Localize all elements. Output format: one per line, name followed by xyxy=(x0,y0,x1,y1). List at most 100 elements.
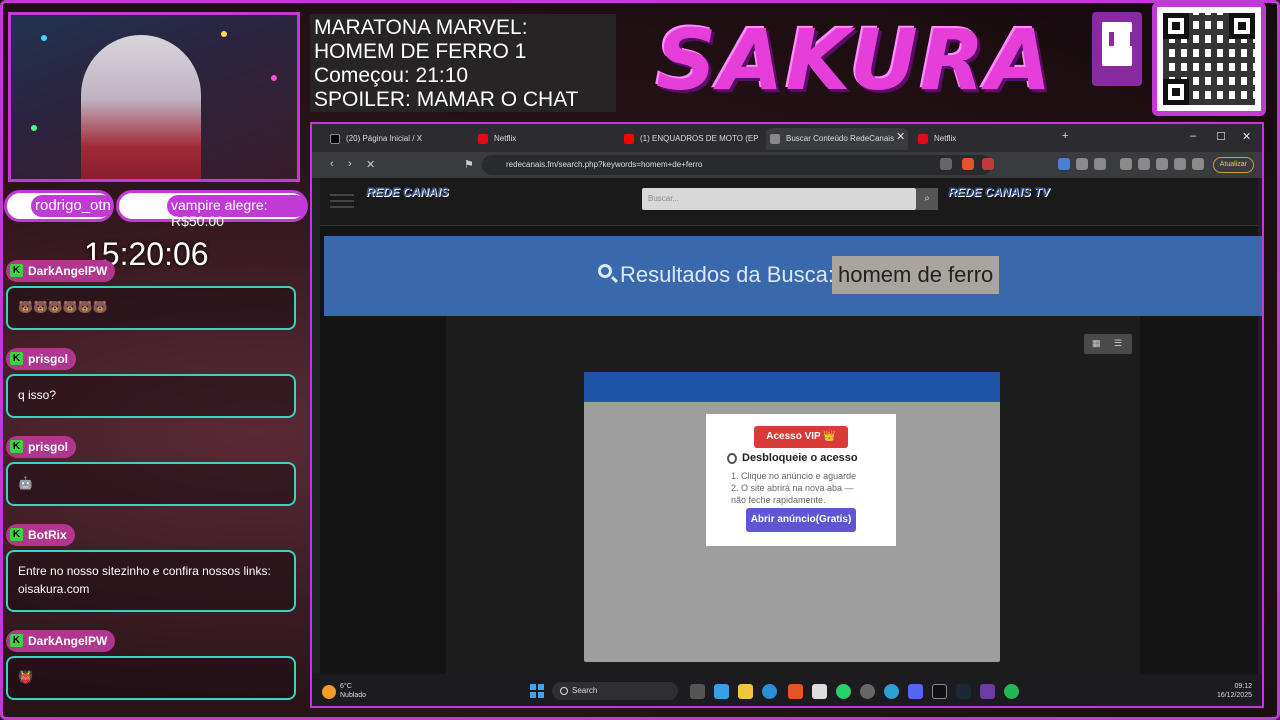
edge-icon[interactable] xyxy=(762,684,777,699)
qr-corner xyxy=(1163,79,1189,105)
extension-icon[interactable] xyxy=(1076,158,1088,170)
wallet-icon[interactable] xyxy=(1156,158,1168,170)
chat-username: DarkAngelPW xyxy=(6,260,116,282)
chat-username: prisgol xyxy=(6,436,77,458)
chat-message: Entre no nosso sitezinho e confira nosso… xyxy=(6,550,296,612)
webcam-feed xyxy=(8,12,300,182)
netflix-icon xyxy=(478,134,488,144)
modal-step: não feche rapidamente. xyxy=(731,495,826,505)
url-bar[interactable]: redecanais.fm/search.php?keywords=homem+… xyxy=(482,155,992,175)
copilot-icon[interactable] xyxy=(714,684,729,699)
speaker-icon[interactable] xyxy=(1058,158,1070,170)
marathon-info: MARATONA MARVEL: HOMEM DE FERRO 1 Começo… xyxy=(310,14,616,112)
site-logo[interactable]: REDE CANAIS xyxy=(366,186,449,198)
site-logo-tv[interactable]: REDE CANAIS TV xyxy=(948,186,1049,198)
player-header xyxy=(584,372,1000,402)
search-icon[interactable]: ⌕ xyxy=(916,188,938,210)
youtube-icon xyxy=(624,134,634,144)
menu-icon[interactable] xyxy=(330,194,354,208)
new-tab-icon[interactable]: + xyxy=(1062,130,1068,142)
chat-message: 🐻🐻🐻🐻🐻🐻 xyxy=(6,286,296,330)
taskbar-time: 09:12 xyxy=(1234,683,1252,690)
taskbar-clock[interactable]: 09:12 16/12/2025 xyxy=(1217,682,1252,700)
obs-icon[interactable] xyxy=(860,684,875,699)
light-dot xyxy=(221,31,227,37)
whatsapp-icon[interactable] xyxy=(836,684,851,699)
tab-netflix[interactable]: Netflix xyxy=(914,128,1054,150)
weather-temp: 6°C xyxy=(340,683,352,690)
brave-icon[interactable] xyxy=(788,684,803,699)
tab-netflix[interactable]: Netflix xyxy=(474,128,614,150)
taskbar-search[interactable]: Search xyxy=(552,682,678,700)
taskbar-date: 16/12/2025 xyxy=(1216,692,1252,699)
chat-message: 👹 xyxy=(6,656,296,700)
chat-message: q isso? xyxy=(6,374,296,418)
chat-username: BotRix xyxy=(6,524,75,546)
update-button[interactable]: Atualizar xyxy=(1212,157,1254,173)
list-view-icon[interactable]: ☰ xyxy=(1114,338,1122,349)
bookmark-icon[interactable]: ⚑ xyxy=(464,158,474,171)
tab-x[interactable]: (20) Página Inicial / X xyxy=(326,128,466,150)
brave-shield-icon[interactable] xyxy=(962,158,974,170)
store-icon[interactable] xyxy=(812,684,827,699)
discord-icon[interactable] xyxy=(908,684,923,699)
light-dot xyxy=(271,75,277,81)
modal-step: 2. O site abrirá na nova aba — xyxy=(731,483,854,493)
netflix-icon xyxy=(918,134,928,144)
app-icon[interactable] xyxy=(980,684,995,699)
tiktok-icon[interactable] xyxy=(932,684,947,699)
tab-bar: (20) Página Inicial / X Netflix (1) ENQU… xyxy=(312,124,1262,152)
tab-label: (1) ENQUADROS DE MOTO (EP. 127) xyxy=(640,134,758,143)
grid-view-icon[interactable]: ▦ xyxy=(1092,338,1101,349)
rewards-icon[interactable] xyxy=(982,158,994,170)
view-toggle[interactable]: ▦ ☰ xyxy=(1084,334,1132,354)
sidebar-icon[interactable] xyxy=(1138,158,1150,170)
tab-youtube[interactable]: (1) ENQUADROS DE MOTO (EP. 127) xyxy=(620,128,758,150)
music-icon[interactable] xyxy=(1120,158,1132,170)
windows-start-icon[interactable] xyxy=(530,684,544,698)
site-search-input[interactable]: Buscar... xyxy=(642,188,916,210)
x-icon xyxy=(330,134,340,144)
weather-widget[interactable]: 6°C Nublado xyxy=(340,682,366,700)
stop-icon[interactable]: ✕ xyxy=(366,158,375,171)
browser-toolbar: ‹ › ✕ ⚑ redecanais.fm/search.php?keyword… xyxy=(312,152,1262,178)
telegram-icon[interactable] xyxy=(884,684,899,699)
tab-label: (20) Página Inicial / X xyxy=(346,134,423,143)
spotify-icon[interactable] xyxy=(1004,684,1019,699)
alert-donation-text: vampire alegre: R$50.00 xyxy=(171,197,268,229)
tab-close-icon[interactable]: ✕ xyxy=(896,130,905,143)
steam-icon[interactable] xyxy=(956,684,971,699)
tab-redecanais[interactable]: Buscar Conteúdo RedeCanais xyxy=(766,128,908,150)
chat-username: prisgol xyxy=(6,348,77,370)
file-explorer-icon[interactable] xyxy=(738,684,753,699)
sakura-logo: SAKURA xyxy=(656,11,1054,109)
open-ad-button[interactable]: Abrir anúncio(Gratis) xyxy=(746,508,856,532)
weather-desc: Nublado xyxy=(340,692,367,699)
qr-code xyxy=(1152,2,1266,116)
unlock-modal: Acesso VIP 👑 Desbloqueie o acesso 1. Cli… xyxy=(706,414,896,546)
browser-window: (20) Página Inicial / X Netflix (1) ENQU… xyxy=(310,122,1264,708)
forward-icon[interactable]: › xyxy=(348,158,352,170)
minimize-icon[interactable]: – xyxy=(1190,130,1196,142)
site-header: REDE CANAIS Buscar... ⌕ REDE CANAIS TV xyxy=(320,178,1258,226)
weather-icon[interactable] xyxy=(322,685,336,699)
search-icon xyxy=(598,264,612,278)
extension-icon[interactable] xyxy=(1094,158,1106,170)
light-dot xyxy=(31,125,37,131)
chat-message: 🤖 xyxy=(6,462,296,506)
alert-user-name: rodrigo_otn xyxy=(35,197,111,214)
maximize-icon[interactable]: ☐ xyxy=(1216,130,1226,143)
results-banner: Resultados da Busca: homem de ferro xyxy=(324,236,1262,316)
twitch-icon xyxy=(1092,12,1142,86)
share-icon[interactable] xyxy=(940,158,952,170)
vip-access-button[interactable]: Acesso VIP 👑 xyxy=(754,426,848,448)
web-page: REDE CANAIS Buscar... ⌕ REDE CANAIS TV R… xyxy=(320,178,1262,674)
back-icon[interactable]: ‹ xyxy=(330,158,334,170)
qr-corner xyxy=(1163,13,1189,39)
vpn-icon[interactable] xyxy=(1192,158,1204,170)
marathon-line: HOMEM DE FERRO 1 xyxy=(314,40,527,63)
leo-icon[interactable] xyxy=(1174,158,1186,170)
close-window-icon[interactable]: ✕ xyxy=(1242,130,1251,143)
modal-title: Desbloqueie o acesso xyxy=(742,452,858,464)
task-view-icon[interactable] xyxy=(690,684,705,699)
